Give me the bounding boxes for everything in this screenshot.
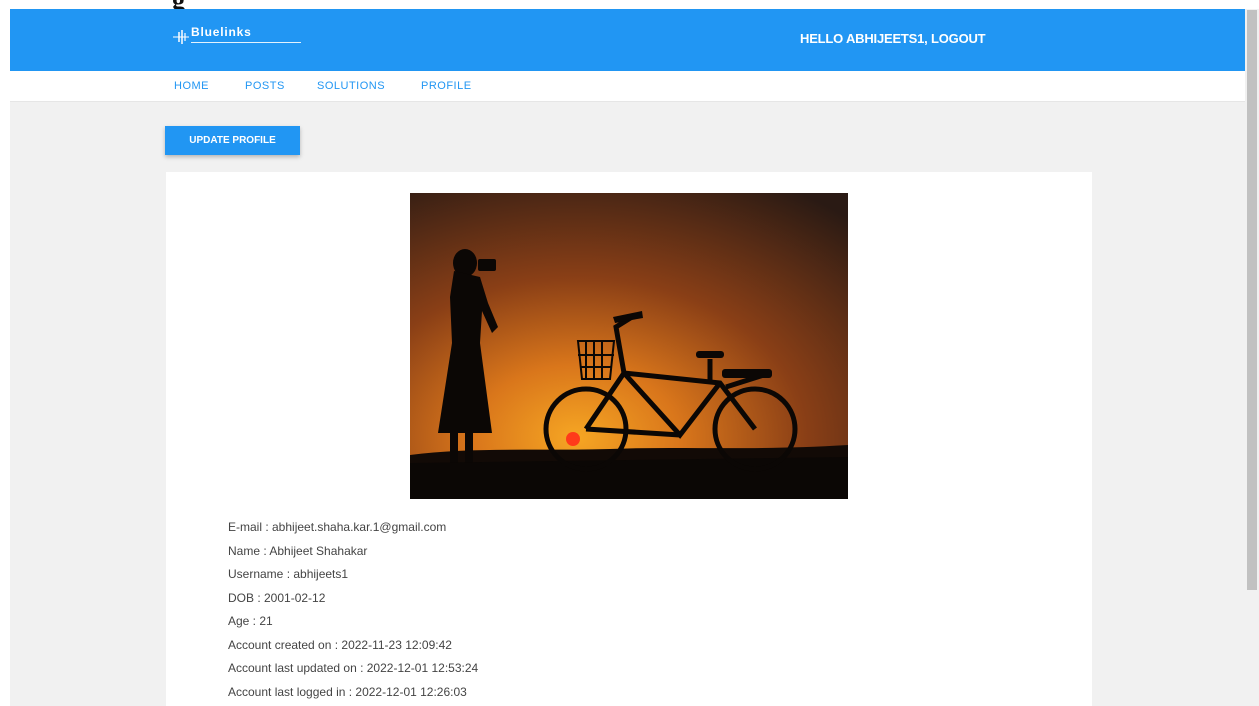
detail-email: E-mail : abhijeet.shaha.kar.1@gmail.com xyxy=(228,520,447,534)
top-app-bar: Bluelinks HELLO ABHIJEETS1, LOGOUT xyxy=(10,9,1245,71)
profile-card: E-mail : abhijeet.shaha.kar.1@gmail.com … xyxy=(166,172,1092,706)
nav-item-profile[interactable]: PROFILE xyxy=(421,80,472,92)
brand-underline xyxy=(191,42,301,43)
brand-name: Bluelinks xyxy=(191,25,252,39)
detail-last-logged-in: Account last logged in : 2022-12-01 12:2… xyxy=(228,684,467,699)
detail-username: Username : abhijeets1 xyxy=(228,567,349,581)
detail-created-on: Account created on : 2022-11-23 12:09:42 xyxy=(228,637,452,652)
profile-details: E-mail : abhijeet.shaha.kar.1@gmail.com … xyxy=(228,516,478,704)
content-area: UPDATE PROFILE E-mail: abhijeet.shaha.k… xyxy=(10,102,1245,706)
user-greeting: HELLO ABHIJEETS1, LOGOUT xyxy=(800,31,986,46)
nav-item-posts[interactable]: POSTS xyxy=(245,80,285,92)
sunset-bicycle-photo xyxy=(410,193,848,499)
soundwave-icon xyxy=(173,30,189,44)
vertical-scrollbar[interactable] xyxy=(1245,9,1259,706)
nav-item-solutions[interactable]: SOLUTIONS xyxy=(317,80,385,92)
scrollbar-thumb[interactable] xyxy=(1247,10,1257,590)
nav-item-home[interactable]: HOME xyxy=(174,80,209,92)
brand-logo[interactable]: Bluelinks xyxy=(172,23,312,57)
profile-picture xyxy=(410,193,848,499)
detail-dob: DOB : 2001-02-12 xyxy=(228,590,326,605)
main-navigation: HOME POSTS SOLUTIONS PROFILE xyxy=(10,71,1245,102)
greeting-text: HELLO ABHIJEETS1, xyxy=(800,31,931,46)
detail-name: Name : Abhijeet Shahakar xyxy=(228,543,368,558)
detail-last-updated: Account last updated on : 2022-12-01 12:… xyxy=(228,661,479,675)
update-profile-button[interactable]: UPDATE PROFILE xyxy=(165,126,300,155)
logout-link[interactable]: LOGOUT xyxy=(931,31,986,46)
detail-age: Age : 21 xyxy=(228,614,273,628)
